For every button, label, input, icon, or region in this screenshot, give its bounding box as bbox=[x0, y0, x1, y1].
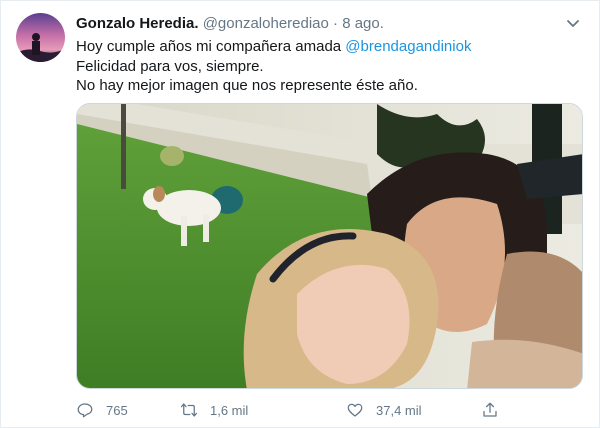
separator: · bbox=[333, 15, 339, 32]
reply-button[interactable]: 765 bbox=[76, 399, 128, 421]
author-handle[interactable]: @gonzaloherediao bbox=[203, 15, 329, 32]
retweet-button[interactable]: 1,6 mil bbox=[180, 399, 248, 421]
tweet-line-1: Hoy cumple años mi compañera amada @bren… bbox=[76, 37, 576, 57]
mention-link[interactable]: @brendagandiniok bbox=[345, 38, 471, 55]
tweet-text: Hoy cumple años mi compañera amada @bren… bbox=[76, 37, 576, 96]
avatar[interactable] bbox=[16, 13, 65, 62]
retweet-icon bbox=[180, 403, 198, 417]
tweet-header: Gonzalo Heredia. @gonzaloherediao · 8 ag… bbox=[76, 15, 559, 33]
author-name[interactable]: Gonzalo Heredia. bbox=[76, 15, 199, 32]
reply-count: 765 bbox=[106, 402, 128, 418]
tweet-line-2: Felicidad para vos, siempre. bbox=[76, 57, 264, 75]
share-icon bbox=[483, 402, 497, 417]
heart-icon bbox=[347, 403, 363, 417]
tweet-card[interactable]: Gonzalo Heredia. @gonzaloherediao · 8 ag… bbox=[0, 0, 600, 428]
tweet-date[interactable]: 8 ago. bbox=[342, 15, 384, 32]
tweet-actions: 765 1,6 mil 37,4 mil bbox=[76, 399, 516, 423]
share-button[interactable] bbox=[481, 399, 511, 421]
reply-icon bbox=[77, 403, 93, 418]
tweet-photo[interactable] bbox=[76, 103, 583, 389]
tweet-line-3: No hay mejor imagen que nos represente é… bbox=[76, 77, 418, 94]
retweet-count: 1,6 mil bbox=[210, 402, 249, 418]
chevron-down-icon[interactable] bbox=[565, 15, 581, 31]
like-button[interactable]: 37,4 mil bbox=[346, 399, 422, 421]
tweet-line-1-text: Hoy cumple años mi compañera amada bbox=[76, 38, 346, 55]
like-count: 37,4 mil bbox=[376, 402, 422, 418]
